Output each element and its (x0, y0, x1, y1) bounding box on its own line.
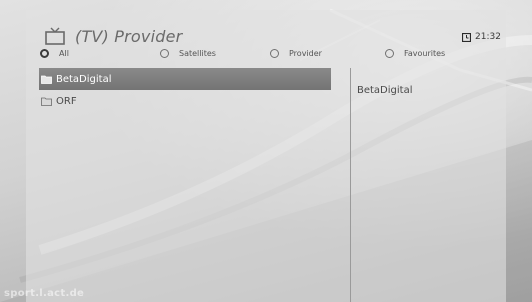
filter-satellites[interactable]: Satellites (160, 46, 216, 60)
provider-list: BetaDigital ORF (39, 68, 331, 112)
filter-label: Provider (289, 48, 322, 58)
folder-icon (41, 97, 52, 106)
radio-icon (40, 48, 49, 58)
list-item-label: ORF (56, 95, 77, 107)
clock-icon (462, 32, 471, 42)
radio-icon (160, 48, 169, 58)
divider (350, 68, 351, 302)
radio-icon (270, 48, 279, 58)
filter-all[interactable]: All (40, 46, 69, 60)
filter-label: All (59, 48, 69, 58)
clock: 21:32 (462, 32, 501, 42)
filter-label: Satellites (179, 48, 216, 58)
folder-icon (41, 75, 52, 84)
filter-tabs: All Satellites Provider Favourites (38, 46, 498, 60)
list-item-orf[interactable]: ORF (39, 90, 331, 112)
tv-icon (45, 27, 65, 45)
filter-provider[interactable]: Provider (270, 46, 322, 60)
provider-panel: (TV) Provider 21:32 All Satellites Provi… (26, 10, 506, 302)
detail-provider-name: BetaDigital (357, 85, 413, 96)
filter-favourites[interactable]: Favourites (385, 46, 445, 60)
clock-time: 21:32 (475, 32, 501, 42)
filter-label: Favourites (404, 48, 446, 58)
header: (TV) Provider (45, 24, 182, 48)
watermark-logo: sport.l.act.de (4, 288, 85, 299)
radio-icon (385, 48, 394, 58)
list-item-label: BetaDigital (56, 73, 112, 85)
tv-screen: (TV) Provider 21:32 All Satellites Provi… (0, 0, 532, 302)
page-title: (TV) Provider (75, 26, 183, 46)
list-item-betadigital[interactable]: BetaDigital (39, 68, 331, 90)
